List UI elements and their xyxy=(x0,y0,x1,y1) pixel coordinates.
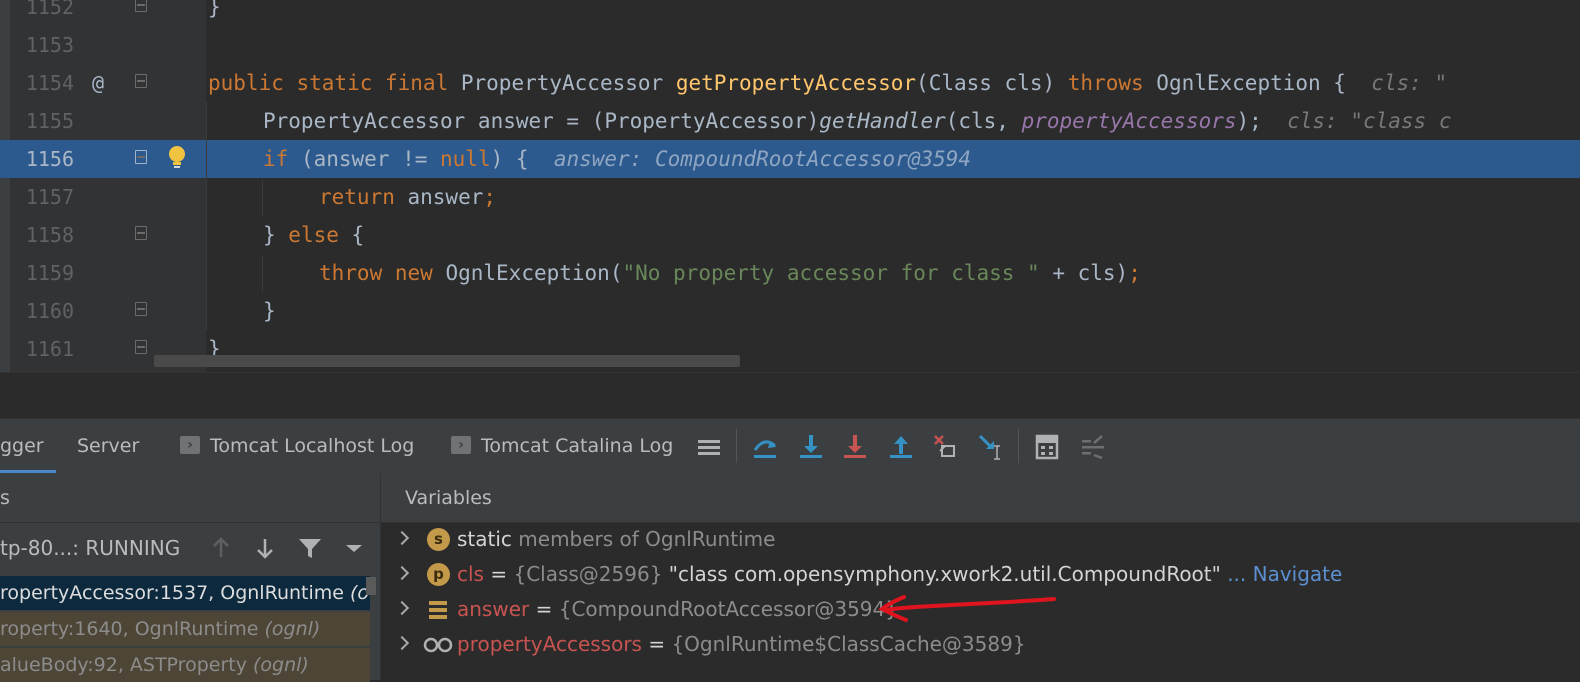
step-out-icon[interactable] xyxy=(886,432,916,462)
variable-row-propertyaccessors[interactable]: propertyAccessors = {OgnlRuntime$ClassCa… xyxy=(381,627,1580,662)
variable-row-cls[interactable]: p cls = {Class@2596} "class com.opensymp… xyxy=(381,557,1580,592)
indent-guide xyxy=(262,256,263,292)
log-console-icon: › xyxy=(451,435,471,454)
line-number: 1160 xyxy=(25,299,74,323)
variables-panel: Variables s static members of OgnlRuntim… xyxy=(380,473,1580,680)
navigate-link[interactable]: ... Navigate xyxy=(1227,562,1342,586)
variable-row-static[interactable]: s static members of OgnlRuntime xyxy=(381,522,1580,557)
inline-debug-hint: cls: "class c xyxy=(1287,109,1452,133)
code-editor[interactable]: 1152 } 1153 1154 @ public static final P… xyxy=(0,0,1580,372)
variables-header: Variables xyxy=(381,473,1580,523)
execution-point-line[interactable]: 1156 if (answer != null) { answer: Compo… xyxy=(0,140,1580,178)
tab-server[interactable]: Server xyxy=(77,419,139,473)
code-text: } xyxy=(208,0,221,19)
override-marker-icon[interactable]: @ xyxy=(92,64,104,102)
code-line[interactable]: 1154 @ public static final PropertyAcces… xyxy=(0,64,1580,102)
drop-frame-icon[interactable] xyxy=(930,432,960,462)
line-number: 1159 xyxy=(25,261,74,285)
thread-status: tp-80...: RUNNING xyxy=(0,536,181,560)
stack-frame[interactable]: roperty:1640, OgnlRuntime (ognl) xyxy=(0,612,370,646)
code-text: } else { xyxy=(263,223,365,247)
expand-chevron-icon[interactable] xyxy=(394,530,410,546)
tab-tomcat-catalina-log[interactable]: › Tomcat Catalina Log xyxy=(451,419,673,473)
parameter-icon: p xyxy=(427,563,450,586)
expand-chevron-icon[interactable] xyxy=(394,565,410,581)
stack-frame[interactable]: ropertyAccessor:1537, OgnlRuntime (o xyxy=(0,576,370,610)
static-members-icon: s xyxy=(427,528,450,551)
chevron-down-icon[interactable] xyxy=(342,535,366,561)
line-number: 1152 xyxy=(25,0,74,19)
toolbar-separator xyxy=(1018,429,1019,463)
code-text: return answer; xyxy=(319,185,497,209)
fold-end-icon[interactable] xyxy=(135,0,147,12)
thread-selector[interactable]: tp-80...: RUNNING xyxy=(0,523,380,573)
watch-glasses-icon xyxy=(423,637,453,653)
tab-debugger[interactable]: gger xyxy=(0,419,56,473)
filter-icon[interactable] xyxy=(297,535,323,561)
frames-scrollbar[interactable] xyxy=(366,577,376,595)
fold-end-icon[interactable] xyxy=(135,340,147,354)
indent-guide xyxy=(206,102,207,330)
code-line[interactable]: 1152 } xyxy=(0,0,1580,26)
fold-start-icon[interactable] xyxy=(135,150,147,164)
tab-tomcat-localhost-log[interactable]: › Tomcat Localhost Log xyxy=(180,419,414,473)
inline-debug-hint: answer: CompoundRootAccessor@3594 xyxy=(553,147,972,171)
code-line[interactable]: 1158 } else { xyxy=(0,216,1580,254)
code-line[interactable]: 1155 PropertyAccessor answer = (Property… xyxy=(0,102,1580,140)
code-text: public static final PropertyAccessor get… xyxy=(208,71,1448,95)
next-frame-icon[interactable] xyxy=(252,535,278,561)
horizontal-scrollbar[interactable] xyxy=(154,355,740,367)
local-variable-icon xyxy=(429,601,447,619)
expand-chevron-icon[interactable] xyxy=(394,600,410,616)
step-into-icon[interactable] xyxy=(796,432,826,462)
trace-icon[interactable] xyxy=(1078,432,1108,462)
fold-end-icon[interactable] xyxy=(135,302,147,316)
code-text: } xyxy=(263,299,276,323)
line-number: 1158 xyxy=(25,223,74,247)
annotation-arrow-icon xyxy=(878,595,1056,622)
run-to-cursor-icon[interactable] xyxy=(976,432,1006,462)
code-line[interactable]: 1159 throw new OgnlException("No propert… xyxy=(0,254,1580,292)
toolbar-separator xyxy=(736,429,737,463)
intention-bulb-icon[interactable] xyxy=(166,144,188,172)
code-line[interactable]: 1157 return answer; xyxy=(0,178,1580,216)
fold-start-icon[interactable] xyxy=(135,74,147,88)
code-line[interactable]: 1153 xyxy=(0,26,1580,64)
indent-guide xyxy=(262,180,263,216)
code-line[interactable]: 1160 } xyxy=(0,292,1580,330)
show-execution-point-icon[interactable] xyxy=(694,432,724,462)
fold-end-icon[interactable] xyxy=(135,226,147,240)
previous-frame-icon[interactable] xyxy=(208,535,234,561)
frames-header: s xyxy=(0,473,380,523)
stack-frame[interactable]: alueBody:92, ASTProperty (ognl) xyxy=(0,648,370,682)
line-number: 1154 xyxy=(25,71,74,95)
debug-tool-window-tabs: gger Server › Tomcat Localhost Log › Tomca… xyxy=(0,418,1580,474)
code-text: PropertyAccessor answer = (PropertyAcces… xyxy=(263,109,1452,133)
inline-debug-hint: cls: " xyxy=(1371,71,1448,95)
line-number: 1157 xyxy=(25,185,74,209)
force-step-into-icon[interactable] xyxy=(840,432,870,462)
log-console-icon: › xyxy=(180,435,200,454)
line-number: 1153 xyxy=(25,33,74,57)
panel-divider[interactable] xyxy=(0,372,1580,419)
frames-panel: s tp-80...: RUNNING ropertyAccessor:1537… xyxy=(0,473,380,682)
code-text: throw new OgnlException("No property acc… xyxy=(319,261,1141,285)
line-number: 1156 xyxy=(25,147,74,171)
expand-chevron-icon[interactable] xyxy=(394,635,410,651)
step-over-icon[interactable] xyxy=(750,432,780,462)
line-number: 1155 xyxy=(25,109,74,133)
code-text: if (answer != null) { answer: CompoundRo… xyxy=(263,147,972,171)
evaluate-expression-icon[interactable] xyxy=(1032,432,1062,462)
line-number: 1161 xyxy=(25,337,74,361)
